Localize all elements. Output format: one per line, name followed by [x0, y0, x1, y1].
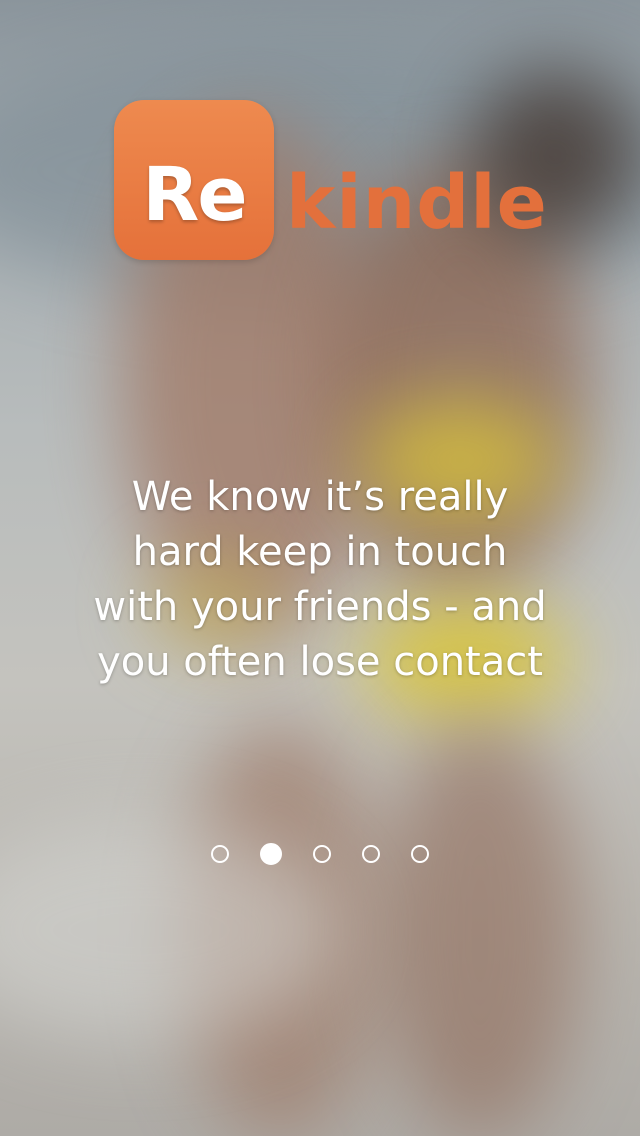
page-dot-4[interactable] — [362, 845, 380, 863]
page-dot-3[interactable] — [313, 845, 331, 863]
onboarding-screen[interactable]: Re kindle We know it’s really hard keep … — [0, 0, 640, 1136]
onboarding-message: We know it’s really hard keep in touch w… — [70, 470, 570, 690]
page-dot-1[interactable] — [211, 845, 229, 863]
logo-badge: Re — [114, 100, 274, 260]
message-line: hard keep in touch — [132, 529, 508, 575]
message-line: with your friends - and — [93, 584, 547, 630]
app-logo: Re kindle — [114, 100, 548, 260]
page-indicator[interactable] — [0, 843, 640, 865]
page-dot-2-active[interactable] — [260, 843, 282, 865]
message-line: you often lose contact — [97, 639, 543, 685]
message-line: We know it’s really — [131, 474, 509, 520]
logo-wordmark: kindle — [286, 160, 548, 246]
logo-badge-text: Re — [142, 152, 247, 238]
page-dot-5[interactable] — [411, 845, 429, 863]
